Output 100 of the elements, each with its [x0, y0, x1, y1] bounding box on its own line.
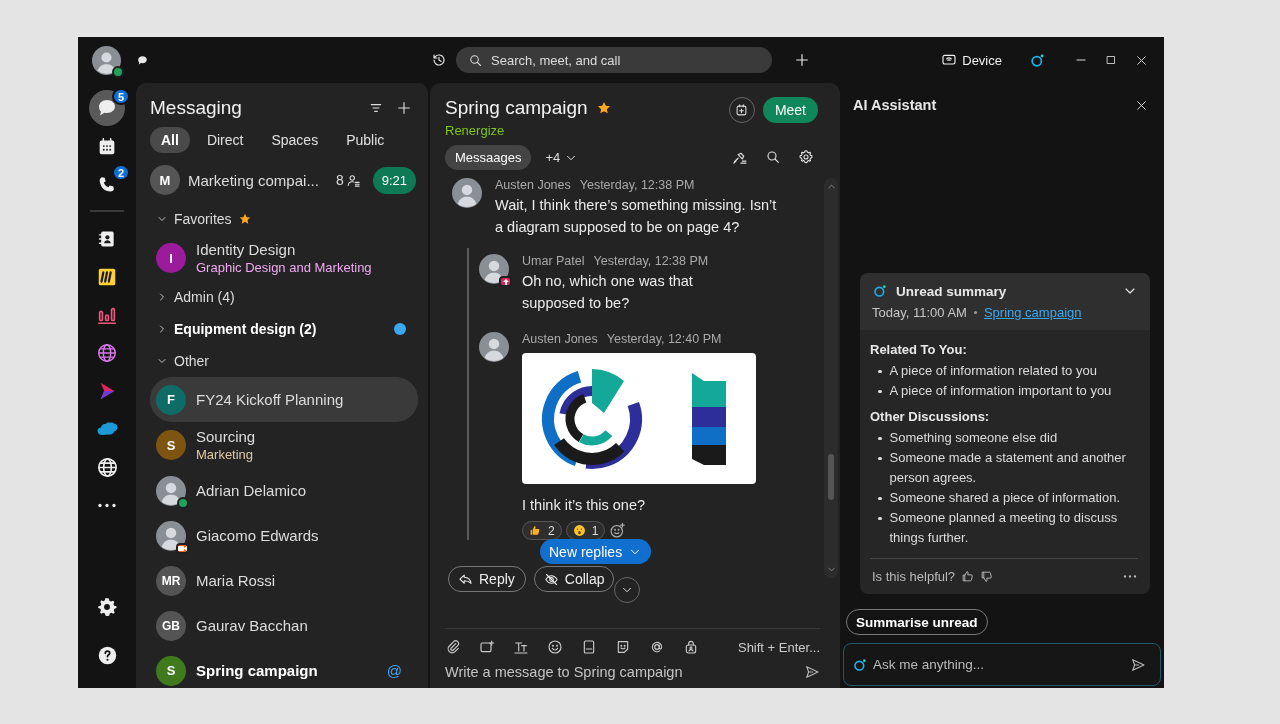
- message-text: I think it’s this one?: [522, 496, 647, 515]
- author-name: Austen Jones: [522, 332, 598, 346]
- more-icon: [97, 501, 117, 509]
- search-icon[interactable]: [765, 149, 781, 165]
- message-text: Wait, I think there’s something missing. Isn’t a diagram supposed to be on page 4?: [495, 196, 777, 237]
- help-icon: [96, 644, 118, 666]
- conversation-item[interactable]: M Marketing compai... 8 9:21: [150, 157, 418, 203]
- summary-heading: Related To You:: [870, 342, 968, 357]
- close-icon[interactable]: [1135, 98, 1148, 112]
- space-title: Spring campaign: [445, 97, 588, 119]
- gif-icon[interactable]: [581, 639, 597, 655]
- call-time-badge[interactable]: 9:21: [372, 166, 416, 194]
- maximize-icon[interactable]: [1105, 54, 1117, 66]
- filter-tab[interactable]: Spaces: [260, 127, 330, 153]
- conversation-name: Adrian Delamico: [196, 482, 308, 499]
- conversation-name: Spring campaign: [196, 662, 319, 679]
- add-reaction-icon[interactable]: [609, 522, 627, 539]
- people-list-icon: [345, 172, 361, 188]
- message-text: Oh no, which one was that supposed to be?: [522, 272, 694, 313]
- summary-bullet: Someone planned a meeting to discuss things further.: [889, 509, 1119, 547]
- initials-avatar: S: [156, 430, 186, 460]
- conversation-item[interactable]: MR Maria Rossi: [150, 558, 418, 603]
- chat-bubble-icon[interactable]: [136, 53, 149, 67]
- more-tabs-dropdown[interactable]: +4: [545, 150, 717, 165]
- conversation-item[interactable]: I Identity Design Graphic Design and Marketing: [150, 235, 418, 281]
- more-icon[interactable]: [1122, 574, 1138, 579]
- section-label: Other: [174, 353, 209, 369]
- conversation-item[interactable]: S Sourcing Marketing: [150, 422, 418, 468]
- initials-avatar: F: [156, 384, 186, 415]
- section-header[interactable]: Favorites: [150, 203, 418, 235]
- section-label: Admin (4): [174, 289, 235, 305]
- conversation-name: Gaurav Bacchan: [196, 617, 309, 634]
- text-format-icon[interactable]: [513, 639, 529, 655]
- thumbs-down-icon[interactable]: [980, 570, 994, 583]
- author-name: Austen Jones: [495, 178, 571, 192]
- attachment-icon[interactable]: [445, 639, 461, 655]
- message-time: Yesterday, 12:38 PM: [593, 254, 709, 268]
- section-header[interactable]: Equipment design (2): [150, 313, 418, 345]
- search-field[interactable]: Search, meet, and call: [456, 47, 772, 73]
- summary-bullet: Someone made a statement and another person agrees.: [889, 449, 1127, 487]
- conversation-item[interactable]: Adrian Delamico: [150, 468, 418, 513]
- new-replies-button[interactable]: New replies: [540, 539, 652, 564]
- initials-avatar: MR: [156, 565, 186, 596]
- scrollbar[interactable]: [824, 178, 838, 578]
- surprised-emoji-icon: [572, 524, 586, 537]
- conversation-name: Sourcing: [196, 428, 257, 445]
- close-icon[interactable]: [1134, 53, 1148, 67]
- conversation-item[interactable]: Giacomo Edwards: [150, 513, 418, 558]
- sticker-icon[interactable]: [615, 639, 631, 655]
- section-header[interactable]: Other: [150, 345, 418, 377]
- filter-tab[interactable]: All: [150, 127, 190, 153]
- conversation-subtitle: Marketing: [196, 447, 255, 462]
- message-input[interactable]: Write a message to Spring campaign: [445, 660, 820, 684]
- unread-count-badge: 2: [111, 164, 130, 181]
- plus-icon[interactable]: [794, 52, 810, 68]
- conversation-name: Marketing compai...: [188, 171, 320, 189]
- history-icon[interactable]: [431, 52, 447, 68]
- author-name: Umar Patel: [522, 254, 585, 268]
- message-time: Yesterday, 12:38 PM: [579, 178, 695, 192]
- user-avatar[interactable]: [92, 45, 121, 75]
- emoji-icon[interactable]: [547, 639, 563, 655]
- image-attachment[interactable]: [522, 353, 756, 484]
- person-avatar: [156, 520, 186, 551]
- calendar-plus-icon: [734, 102, 750, 118]
- summary-time: Today, 11:00 AM: [872, 305, 967, 320]
- filter-tab[interactable]: Public: [335, 127, 396, 153]
- meet-button[interactable]: Meet: [762, 97, 818, 123]
- initials-avatar: I: [156, 243, 186, 273]
- conversation-item[interactable]: S Spring campaign @: [150, 648, 418, 688]
- person-avatar: [156, 475, 186, 506]
- space-link[interactable]: Spring campaign: [983, 305, 1082, 320]
- settings-icon[interactable]: [798, 149, 814, 165]
- filter-tab[interactable]: Direct: [195, 127, 255, 153]
- screenshot-icon[interactable]: [479, 639, 495, 655]
- person-avatar: [479, 254, 509, 284]
- ask-input[interactable]: Ask me anything...: [843, 643, 1161, 686]
- mention-icon: @: [386, 661, 402, 680]
- section-label: Equipment design (2): [174, 321, 317, 337]
- plus-icon[interactable]: [396, 100, 412, 116]
- section-header[interactable]: Admin (4): [150, 281, 418, 313]
- reaction-chip[interactable]: 2: [522, 521, 562, 540]
- lock-icon[interactable]: [683, 639, 699, 655]
- initials-avatar: M: [150, 165, 180, 195]
- card-title: Unread summary: [896, 283, 1008, 299]
- feedback-question: Is this helpful?: [872, 569, 956, 584]
- thumbs-up-emoji-icon: [529, 524, 542, 537]
- conversation-name: Giacomo Edwards: [196, 527, 320, 544]
- ai-assistant-icon: [872, 283, 888, 299]
- thumbs-up-icon[interactable]: [961, 570, 975, 583]
- device-button[interactable]: Device: [941, 52, 1002, 68]
- content-tab[interactable]: Messaages: [445, 145, 532, 170]
- conversation-item[interactable]: GB Gaurav Bacchan: [150, 603, 418, 648]
- conversation-item[interactable]: F FY24 Kickoff Planning: [150, 377, 418, 422]
- jump-down-button[interactable]: [613, 577, 640, 603]
- mention-icon[interactable]: [649, 639, 665, 655]
- panel-title: AI Assistant: [853, 97, 938, 113]
- shortcut-hint: Shift + Enter...: [737, 639, 820, 655]
- ai-assistant-icon: [852, 656, 868, 673]
- team-name[interactable]: Renergize: [445, 123, 729, 138]
- participant-count: 8: [335, 172, 361, 188]
